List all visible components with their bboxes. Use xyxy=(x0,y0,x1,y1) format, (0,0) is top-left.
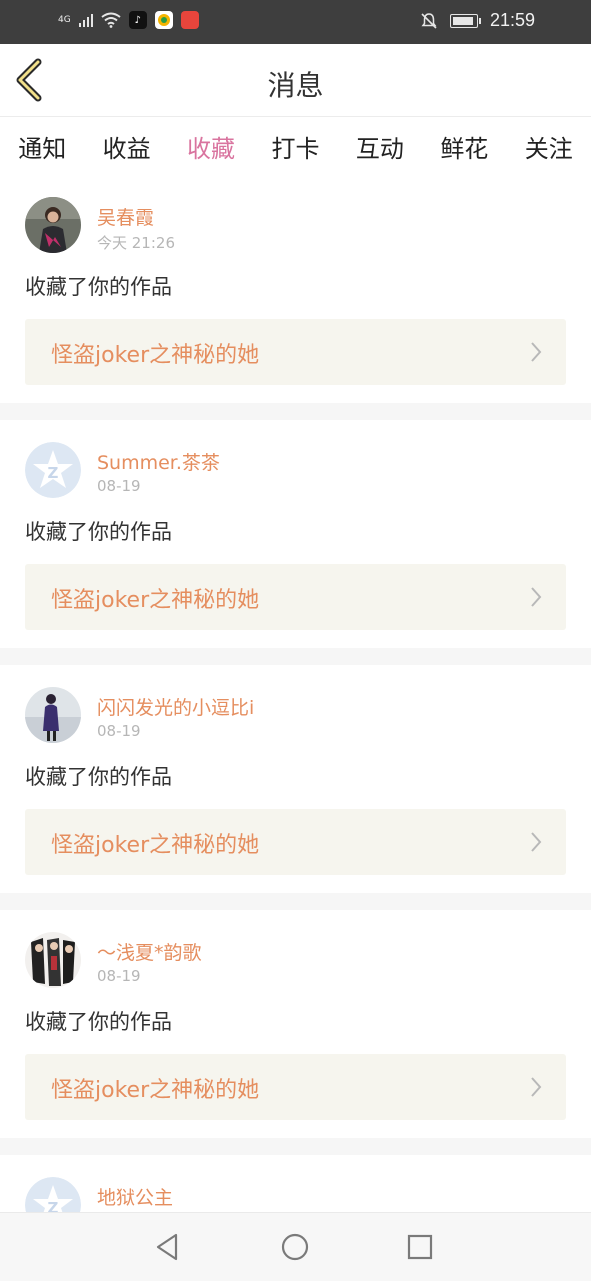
action-text: 收藏了你的作品 xyxy=(25,765,172,789)
signal-icon xyxy=(78,13,93,27)
weibo-app-icon xyxy=(154,11,173,29)
message-card: 吴春霞 今天 21:26 收藏了你的作品 怪盗joker之神秘的她 xyxy=(0,175,591,403)
header: 消息 xyxy=(0,44,591,117)
status-left: 4G ♪ xyxy=(58,11,199,29)
timestamp: 08-19 xyxy=(97,477,141,495)
tab-flowers[interactable]: 鲜花 xyxy=(436,129,492,164)
work-link[interactable]: 怪盗joker之神秘的她 xyxy=(25,1054,566,1120)
chevron-right-icon xyxy=(531,342,542,362)
work-link[interactable]: 怪盗joker之神秘的她 xyxy=(25,319,566,385)
username[interactable]: ～浅夏*韵歌 xyxy=(97,938,202,965)
avatar[interactable] xyxy=(25,687,81,743)
username[interactable]: Summer.茶茶 xyxy=(97,448,220,475)
mute-bell-icon xyxy=(421,12,437,29)
system-nav-bar xyxy=(0,1212,591,1281)
work-title: 怪盗joker之神秘的她 xyxy=(51,1078,260,1103)
avatar[interactable] xyxy=(25,932,81,988)
tab-notice[interactable]: 通知 xyxy=(14,129,70,164)
status-bar: 4G ♪ 21:59 xyxy=(0,0,591,44)
back-triangle-icon[interactable] xyxy=(152,1231,184,1263)
work-title: 怪盗joker之神秘的她 xyxy=(51,343,260,368)
recent-square-icon[interactable] xyxy=(404,1231,436,1263)
red-app-icon xyxy=(180,11,199,29)
tab-follow[interactable]: 关注 xyxy=(521,129,577,164)
tab-earnings[interactable]: 收益 xyxy=(99,129,155,164)
tiktok-app-icon: ♪ xyxy=(128,11,147,29)
timestamp: 08-19 xyxy=(97,967,141,985)
svg-text:Z: Z xyxy=(48,464,59,482)
battery-icon xyxy=(449,13,481,28)
message-card: 闪闪发光的小逗比i 08-19 收藏了你的作品 怪盗joker之神秘的她 xyxy=(0,665,591,893)
chevron-right-icon xyxy=(531,1077,542,1097)
wifi-icon xyxy=(101,12,121,28)
tab-favorites[interactable]: 收藏 xyxy=(183,129,239,164)
message-card: Z Summer.茶茶 08-19 收藏了你的作品 怪盗joker之神秘的她 xyxy=(0,420,591,648)
chevron-right-icon xyxy=(531,832,542,852)
username[interactable]: 吴春霞 xyxy=(97,203,154,230)
work-link[interactable]: 怪盗joker之神秘的她 xyxy=(25,809,566,875)
username[interactable]: 地狱公主 xyxy=(97,1183,173,1210)
work-title: 怪盗joker之神秘的她 xyxy=(51,833,260,858)
avatar[interactable] xyxy=(25,197,81,253)
message-list: 吴春霞 今天 21:26 收藏了你的作品 怪盗joker之神秘的她 Z Summ… xyxy=(0,175,591,1272)
network-type: 4G xyxy=(58,14,71,25)
status-time: 21:59 xyxy=(489,10,535,30)
timestamp: 今天 21:26 xyxy=(97,234,175,252)
work-title: 怪盗joker之神秘的她 xyxy=(51,588,260,613)
page-title: 消息 xyxy=(267,69,324,102)
action-text: 收藏了你的作品 xyxy=(25,275,172,299)
home-circle-icon[interactable] xyxy=(279,1231,311,1263)
action-text: 收藏了你的作品 xyxy=(25,1010,172,1034)
tab-checkin[interactable]: 打卡 xyxy=(267,129,323,164)
timestamp: 08-19 xyxy=(97,722,141,740)
status-right: 21:59 xyxy=(420,10,535,31)
action-text: 收藏了你的作品 xyxy=(25,520,172,544)
tab-interaction[interactable]: 互动 xyxy=(352,129,408,164)
work-link[interactable]: 怪盗joker之神秘的她 xyxy=(25,564,566,630)
default-avatar-icon[interactable]: Z xyxy=(25,442,81,498)
message-card: ～浅夏*韵歌 08-19 收藏了你的作品 怪盗joker之神秘的她 xyxy=(0,910,591,1138)
username[interactable]: 闪闪发光的小逗比i xyxy=(97,693,254,720)
chevron-right-icon xyxy=(531,587,542,607)
tab-bar: 通知 收益 收藏 打卡 互动 鲜花 关注 xyxy=(0,117,591,175)
